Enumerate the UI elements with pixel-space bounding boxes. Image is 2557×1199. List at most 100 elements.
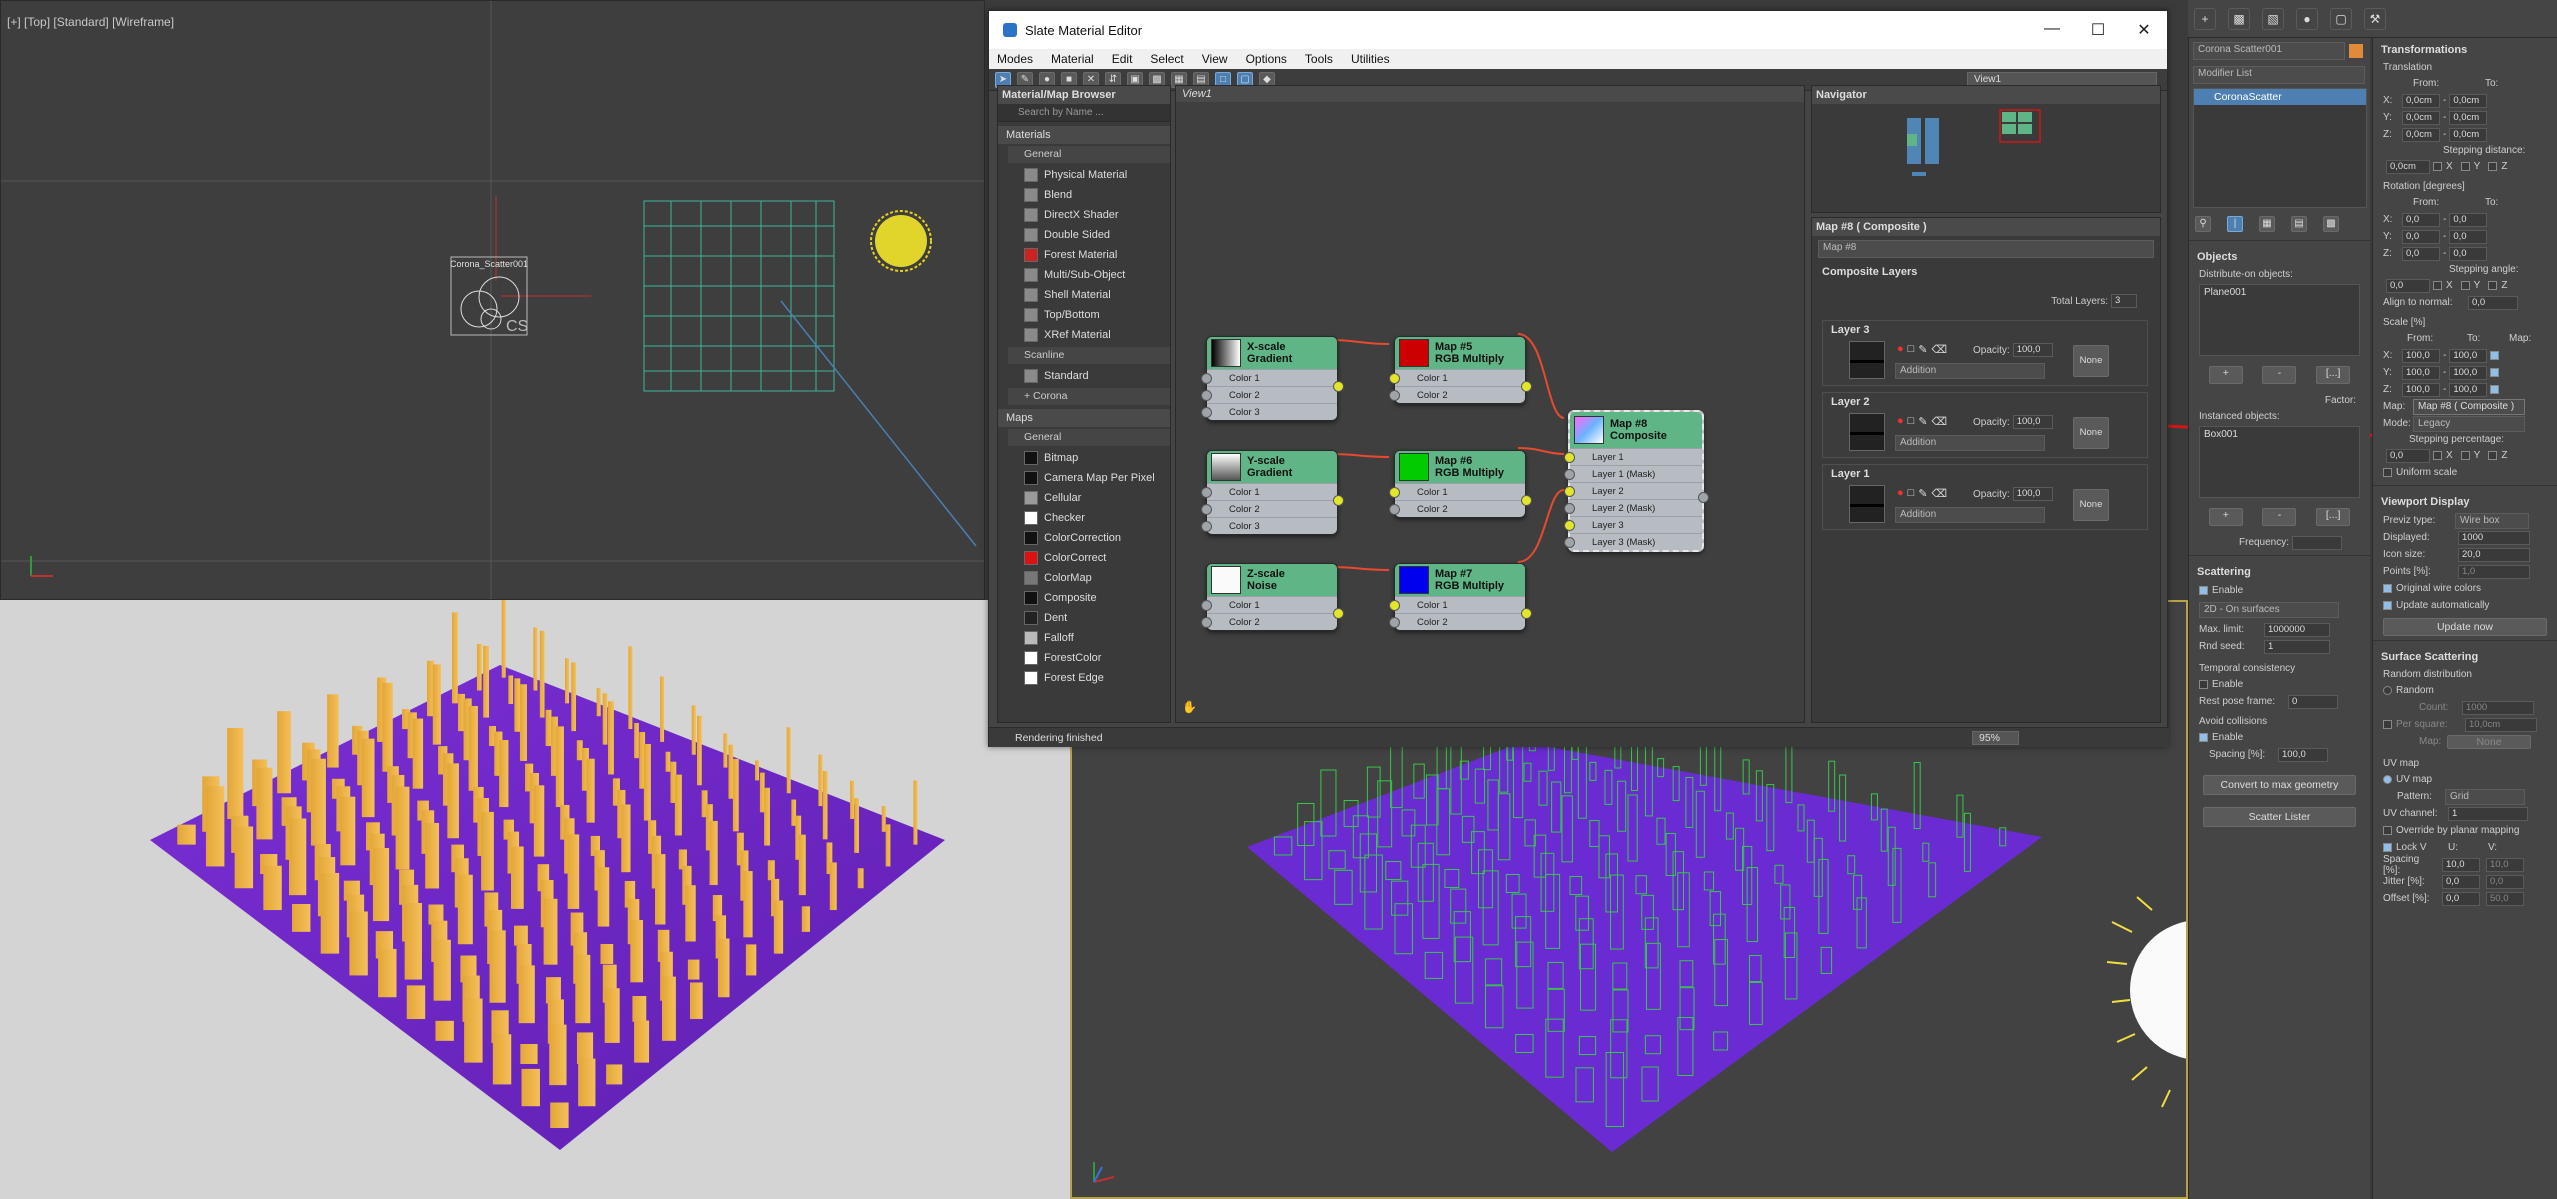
from-spinner[interactable]: 100,0 <box>2402 382 2440 397</box>
map-checkbox[interactable] <box>2490 351 2500 360</box>
node-slot[interactable]: Layer 1 <box>1564 448 1702 465</box>
copy-icon[interactable]: □ <box>1908 415 1915 428</box>
blend-mode-select[interactable]: Addition <box>1895 363 2045 379</box>
instanced-item[interactable]: Box001 <box>2204 429 2355 440</box>
view-tab[interactable]: View1 <box>1176 86 1804 102</box>
node-slot[interactable]: Color 1 <box>1201 483 1337 500</box>
copy-icon[interactable]: □ <box>1908 487 1915 500</box>
object-name-field[interactable]: Corona Scatter001 <box>2193 42 2345 60</box>
remove-modifier-icon[interactable]: ▤ <box>2291 216 2307 232</box>
from-spinner[interactable]: 0,0cm <box>2402 93 2440 108</box>
stack-item-coronascatter[interactable]: CoronaScatter <box>2194 89 2366 105</box>
map-item[interactable]: Cellular <box>998 488 1170 508</box>
update-auto-checkbox[interactable] <box>2383 601 2392 610</box>
node-output-pin[interactable] <box>1521 495 1532 506</box>
node-slot[interactable]: Layer 1 (Mask) <box>1564 465 1702 482</box>
viewport-display-section[interactable]: Viewport Display <box>2373 490 2557 512</box>
node-slot[interactable]: Color 2 <box>1201 500 1337 517</box>
override-planar-checkbox[interactable] <box>2383 826 2392 835</box>
per-square-spinner[interactable]: 10,0cm <box>2465 717 2537 732</box>
remove-distribute-button[interactable]: - <box>2262 366 2297 384</box>
create-tab-icon[interactable]: + <box>2194 7 2216 30</box>
node-output-pin[interactable] <box>1698 492 1709 503</box>
node-slot[interactable]: Layer 2 (Mask) <box>1564 499 1702 516</box>
object-color-swatch[interactable] <box>2349 44 2363 58</box>
from-spinner[interactable]: 0,0 <box>2402 229 2440 244</box>
rename-icon[interactable]: ✎ <box>1918 415 1927 428</box>
icon-size-spinner[interactable]: 20,0 <box>2458 547 2530 562</box>
to-spinner[interactable]: 0,0 <box>2449 212 2488 227</box>
frequency-spinner[interactable] <box>2292 535 2343 550</box>
map-item[interactable]: Dent <box>998 608 1170 628</box>
map-item[interactable]: ColorCorrect <box>998 548 1170 568</box>
node-slot[interactable]: Color 1 <box>1201 596 1337 613</box>
menu-select[interactable]: Select <box>1150 52 1183 66</box>
configure-sets-icon[interactable]: ▩ <box>2323 216 2339 232</box>
distribute-item[interactable]: Plane001 <box>2204 287 2355 298</box>
node-map6[interactable]: Map #6 RGB Multiply Color 1 Color 2 <box>1389 450 1532 518</box>
scanline-item[interactable]: Standard <box>998 366 1170 386</box>
maps-general-subgroup[interactable]: General <box>1008 429 1170 446</box>
max-limit-spinner[interactable]: 1000000 <box>2264 622 2330 637</box>
hand-pan-icon[interactable]: ✋ <box>1182 700 1200 716</box>
from-spinner[interactable]: 0,0 <box>2402 212 2440 227</box>
layer-swatch[interactable] <box>1849 485 1885 523</box>
mask-map-button[interactable]: None <box>2073 345 2109 377</box>
node-output-pin[interactable] <box>1521 608 1532 619</box>
node-output-pin[interactable] <box>1333 608 1344 619</box>
displayed-spinner[interactable]: 1000 <box>2458 530 2530 545</box>
node-slot[interactable]: Color 2 <box>1201 613 1337 630</box>
to-spinner[interactable]: 0,0cm <box>2449 127 2488 142</box>
jitter-u-spinner[interactable]: 0,0 <box>2442 874 2480 889</box>
map-checkbox[interactable] <box>2490 385 2500 394</box>
material-item[interactable]: Shell Material <box>998 285 1170 305</box>
mask-map-button[interactable]: None <box>2073 489 2109 521</box>
add-instanced-button[interactable]: + <box>2208 508 2243 526</box>
offset-u-spinner[interactable]: 0,0 <box>2442 891 2480 906</box>
to-spinner[interactable]: 0,0cm <box>2449 93 2488 108</box>
node-z-noise[interactable]: Z-scale Noise Color 1 Color 2 <box>1201 563 1344 631</box>
add-distribute-button[interactable]: + <box>2208 366 2243 384</box>
composite-layer[interactable]: Layer 3 ● □ ✎ ⌫ Opacity: 100,0 Addition None <box>1822 320 2148 386</box>
map-item[interactable]: Forest Edge <box>998 668 1170 688</box>
scatter-mode-select[interactable]: 2D - On surfaces <box>2199 602 2339 618</box>
menu-view[interactable]: View <box>1202 52 1228 66</box>
pattern-select[interactable]: Grid <box>2445 788 2525 805</box>
instanced-list[interactable]: Box001 <box>2199 426 2360 498</box>
navigator-panel[interactable]: Navigator <box>1811 85 2161 213</box>
to-spinner[interactable]: 100,0 <box>2449 348 2488 363</box>
menu-tools[interactable]: Tools <box>1305 52 1333 66</box>
temporal-enable-checkbox[interactable] <box>2199 680 2208 689</box>
scanline-subgroup[interactable]: Scanline <box>1008 347 1170 364</box>
show-end-result-icon[interactable]: | <box>2227 216 2243 232</box>
node-map8-composite[interactable]: Map #8 Composite Layer 1 Layer 1 (Mask) L… <box>1564 410 1709 552</box>
opacity-spinner[interactable]: 100,0 <box>2012 343 2053 357</box>
map-item[interactable]: Checker <box>998 508 1170 528</box>
jitter-v-spinner[interactable]: 0,0 <box>2486 874 2524 889</box>
node-slot[interactable]: Color 1 <box>1389 483 1525 500</box>
material-item[interactable]: Top/Bottom <box>998 305 1170 325</box>
window-titlebar[interactable]: Slate Material Editor — ☐ ✕ <box>989 11 2167 49</box>
stepping-angle-spinner[interactable]: 0,0 <box>2386 278 2430 293</box>
transformations-section[interactable]: Transformations <box>2373 38 2557 60</box>
blend-mode-select[interactable]: Addition <box>1895 507 2045 523</box>
node-slot[interactable]: Color 2 <box>1389 613 1525 630</box>
uv-channel-spinner[interactable]: 1 <box>2448 806 2528 821</box>
parameter-editor[interactable]: Map #8 ( Composite ) Map #8 Composite La… <box>1811 217 2161 723</box>
from-spinner[interactable]: 0,0cm <box>2402 127 2440 142</box>
map-item[interactable]: Falloff <box>998 628 1170 648</box>
count-spinner[interactable]: 1000 <box>2462 700 2534 715</box>
top-viewport[interactable]: [+] [Top] [Standard] [Wireframe] Corona_… <box>0 0 985 600</box>
from-spinner[interactable]: 0,0cm <box>2402 110 2440 125</box>
map-item[interactable]: Composite <box>998 588 1170 608</box>
spacing-spinner[interactable]: 100,0 <box>2278 747 2328 762</box>
node-slot[interactable]: Color 3 <box>1201 403 1337 420</box>
surface-scattering-section[interactable]: Surface Scattering <box>2373 645 2557 667</box>
composite-layer[interactable]: Layer 1 ● □ ✎ ⌫ Opacity: 100,0 Addition None <box>1822 464 2148 530</box>
opacity-spinner[interactable]: 100,0 <box>2012 487 2053 501</box>
objects-section[interactable]: Objects <box>2189 245 2370 267</box>
scale-map-button[interactable]: Map #8 ( Composite ) <box>2413 398 2525 415</box>
list-instanced-button[interactable]: [...] <box>2316 508 2351 526</box>
map-name-field[interactable]: Map #8 <box>1818 240 2154 258</box>
rename-icon[interactable]: ✎ <box>1918 343 1927 356</box>
